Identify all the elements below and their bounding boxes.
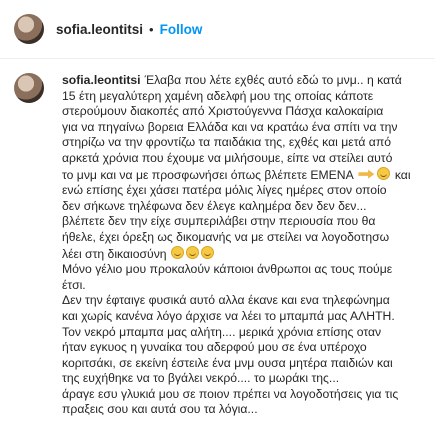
separator-dot: • (149, 21, 154, 37)
caption-line: Δεν την έφταιγε φυσικά αυτό αλλα έκανε κ… (62, 293, 390, 308)
caption-text-segment: Έλαβα που λέτε εχθές αυτό εδώ το μνμ.. η… (144, 73, 402, 87)
caption-line: άραγε εσυ γλυκιά μου σε ποιον πρέπει να … (62, 386, 399, 401)
follow-button[interactable]: Follow (160, 22, 203, 37)
caption-line: ήταν εγκυος η γυναίκα του αδερφού μου σε… (62, 340, 367, 355)
caption-line: πραξεις σου και αυτά σου τα λόγια... (62, 402, 258, 417)
caption-line: δεν σήκωνε τηλέφωνα δεν έλεγε καλημέρα δ… (62, 198, 367, 213)
caption-line: λέει στη δικαιοσύνη (62, 245, 421, 263)
caption-line: το μνμ και να με προσφωνήσει όπως βλέπετ… (62, 166, 421, 184)
caption-line: έτσι. (62, 277, 86, 292)
caption-line: της ευχήθηκε να το βγάλει νεκρό.... το μ… (62, 371, 340, 386)
caption-line: ενώ επίσης έχει χάσει πατέρα μόλις λίγες… (62, 183, 387, 198)
caption-line: βλέπετε δεν την είχε συμπεριλάβει στην π… (62, 214, 376, 229)
laughing-emoji-icon (377, 166, 391, 180)
caption-line: sofia.leontitsi Έλαβα που λέτε εχθές αυτό… (62, 73, 421, 89)
caption-comment: sofia.leontitsi Έλαβα που λέτε εχθές αυτό… (0, 59, 435, 418)
caption-text-segment: και (394, 167, 411, 182)
caption-text: sofia.leontitsi Έλαβα που λέτε εχθές αυτό… (62, 73, 421, 418)
post-header: sofia.leontitsi • Follow (0, 0, 435, 59)
caption-line: Τον νεκρό μπαμπα μας αλήτη.... μερικά χρ… (62, 324, 382, 339)
pointing-hand-emoji-icon (358, 169, 375, 179)
caption-text-segment: το μνμ και να με προσφωνήσει όπως βλέπετ… (62, 167, 354, 182)
laughing-emoji-icon (200, 245, 214, 259)
caption-line: αρκετά χρόνια που έχουμε να μιλήσουμε, ε… (62, 150, 393, 165)
laughing-emoji-icon (170, 245, 184, 259)
caption-author[interactable]: sofia.leontitsi (62, 73, 141, 87)
caption-line: Μόνο γέλιο μου προκαλούν κάποιοι άνθρωπο… (62, 262, 393, 277)
caption-text-segment: λέει στη δικαιοσύνη (62, 246, 167, 261)
comment-avatar[interactable] (14, 73, 44, 103)
caption-line: 15 έτη μεγαλύτερη χαμένη αδελφή μου της … (62, 88, 374, 103)
profile-avatar[interactable] (14, 14, 44, 44)
laughing-emoji-icon (185, 245, 199, 259)
caption-line: κοριτσάκι, σε εκείνη έστειλε ένα μνμ ουσ… (62, 355, 393, 370)
caption-line: για να πηγαίνω βορεια Ελλάδα και να κρατ… (62, 119, 398, 134)
caption-line: στερούμουν διακοπές από Χριστούγεννα Πάσ… (62, 104, 384, 119)
caption-line: και χωρίς κανένα λόγο άρχισε να λέει το … (62, 308, 395, 323)
caption-line: στηρίζω να την φροντίζω τα παιδάκια της,… (62, 135, 392, 150)
header-username[interactable]: sofia.leontitsi (56, 22, 143, 37)
caption-line: ήθελε, έχει όρεξη ως δικομανής να με στε… (62, 229, 390, 244)
